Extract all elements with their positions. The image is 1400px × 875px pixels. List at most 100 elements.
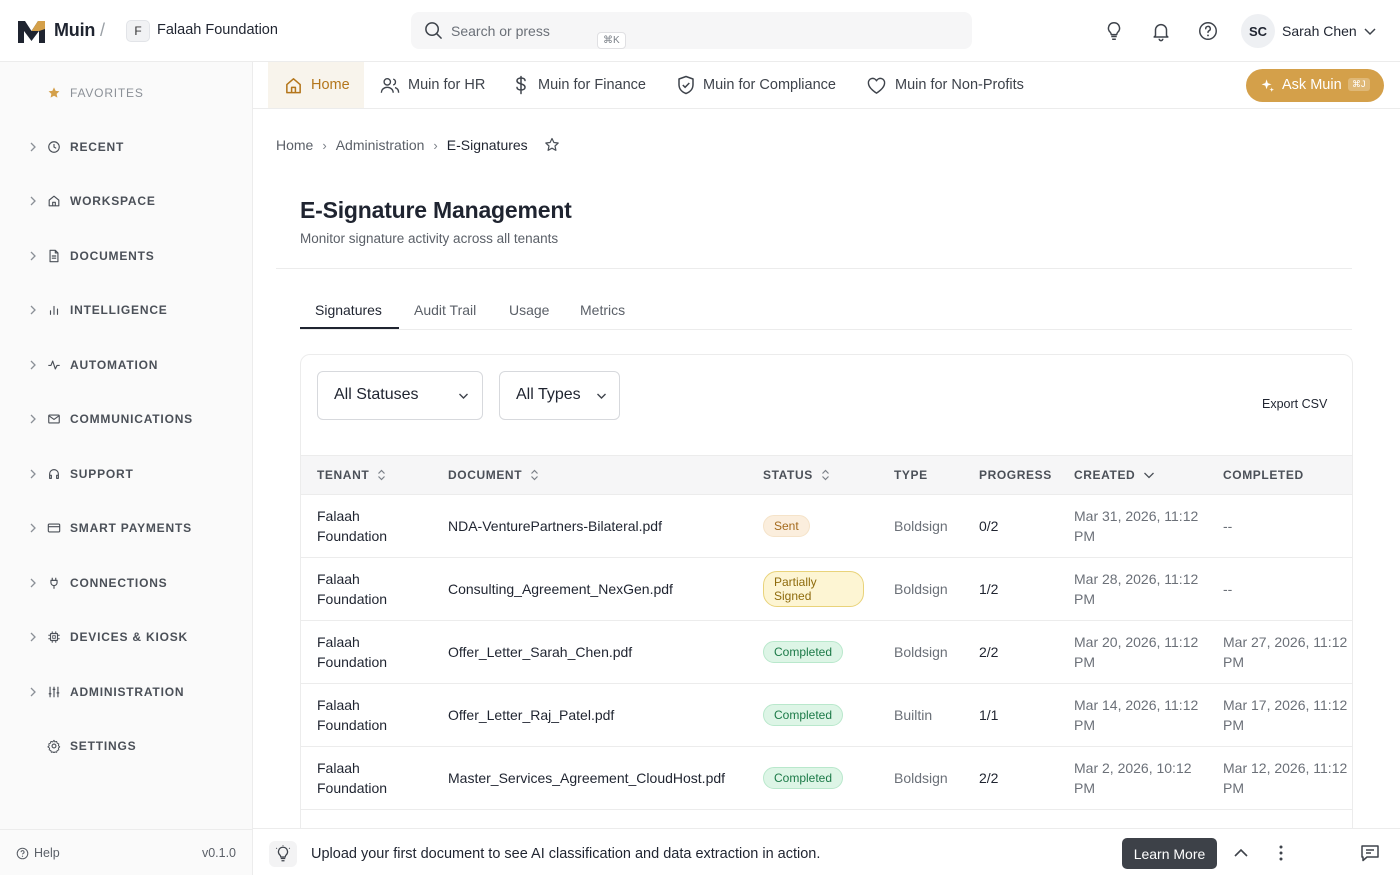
cell-created: Mar 20, 2026, 11:12 PM xyxy=(1074,634,1199,670)
tab-metrics[interactable]: Metrics xyxy=(580,302,625,318)
document-icon xyxy=(49,249,59,263)
column-label: DOCUMENT xyxy=(448,468,523,482)
sidebar-item-recent[interactable]: RECENT xyxy=(0,136,252,158)
sidebar-item-administration[interactable]: ADMINISTRATION xyxy=(0,681,252,703)
muin-logo-icon[interactable] xyxy=(16,17,47,45)
table-row[interactable]: Falaah Foundation Offer_Letter_Raj_Patel… xyxy=(301,684,1352,747)
table-row[interactable]: Falaah Foundation NDA-VenturePartners-Bi… xyxy=(301,495,1352,558)
export-csv-button[interactable]: Export CSV xyxy=(1262,397,1327,411)
chevron-right-icon xyxy=(30,414,36,424)
more-vertical-icon[interactable] xyxy=(1272,844,1290,862)
heart-icon xyxy=(867,77,886,94)
headset-icon xyxy=(49,469,59,479)
tab-audit-trail[interactable]: Audit Trail xyxy=(414,302,476,318)
column-header-created[interactable]: CREATED xyxy=(1074,468,1155,482)
help-circle-icon[interactable] xyxy=(1197,20,1219,42)
chevron-down-icon[interactable] xyxy=(1363,24,1377,38)
status-badge: Completed xyxy=(763,767,844,789)
cell-document[interactable]: Offer_Letter_Raj_Patel.pdf xyxy=(448,706,614,726)
banner-message: Upload your first document to see AI cla… xyxy=(311,846,821,862)
sidebar-item-documents[interactable]: DOCUMENTS xyxy=(0,245,252,267)
lightbulb-icon[interactable] xyxy=(1103,20,1125,42)
column-label: CREATED xyxy=(1074,468,1136,482)
tab-label: Muin for HR xyxy=(408,77,486,93)
sidebar-item-label: WORKSPACE xyxy=(70,194,156,208)
tab-home[interactable]: Home xyxy=(268,62,364,108)
column-header-document[interactable]: DOCUMENT xyxy=(448,468,539,482)
sidebar-item-intelligence[interactable]: INTELLIGENCE xyxy=(0,299,252,321)
sidebar-item-automation[interactable]: AUTOMATION xyxy=(0,354,252,376)
clock-icon xyxy=(48,141,60,153)
ask-muin-button[interactable]: Ask Muin ⌘J xyxy=(1246,69,1384,102)
cell-document[interactable]: Offer_Letter_Sarah_Chen.pdf xyxy=(448,643,632,663)
shield-check-icon xyxy=(678,75,694,95)
tab-usage[interactable]: Usage xyxy=(509,302,549,318)
cell-progress: 1/2 xyxy=(979,581,999,597)
tab-label: Muin for Non-Profits xyxy=(895,77,1024,93)
cell-completed: Mar 27, 2026, 11:12 PM xyxy=(1223,634,1348,670)
cell-completed: -- xyxy=(1223,518,1233,534)
type-filter-select[interactable]: All Types xyxy=(499,371,620,420)
column-header-tenant[interactable]: TENANT xyxy=(317,468,386,482)
cell-tenant: Falaah Foundation xyxy=(317,697,388,733)
help-link[interactable]: Help xyxy=(16,846,60,860)
column-header-completed: COMPLETED xyxy=(1223,468,1304,482)
sidebar-item-devices-kiosk[interactable]: DEVICES & KIOSK xyxy=(0,626,252,648)
sidebar-item-smart-payments[interactable]: SMART PAYMENTS xyxy=(0,517,252,539)
chat-icon[interactable] xyxy=(1360,844,1380,862)
status-filter-value: All Statuses xyxy=(334,386,419,403)
cell-document[interactable]: Master_Services_Agreement_CloudHost.pdf xyxy=(448,769,725,789)
learn-more-button[interactable]: Learn More xyxy=(1122,838,1217,869)
sidebar-item-settings[interactable]: SETTINGS xyxy=(0,735,252,757)
status-filter-select[interactable]: All Statuses xyxy=(317,371,483,420)
chevron-up-icon[interactable] xyxy=(1232,844,1250,862)
user-avatar[interactable]: SC xyxy=(1241,14,1275,48)
sidebar-item-connections[interactable]: CONNECTIONS xyxy=(0,572,252,594)
cell-type: Builtin xyxy=(894,707,933,723)
cell-document[interactable]: Consulting_Agreement_NexGen.pdf xyxy=(448,580,673,600)
tenant-switcher[interactable]: Falaah Foundation xyxy=(157,22,278,38)
tab-muin-for-non-profits[interactable]: Muin for Non-Profits xyxy=(866,62,1024,108)
cell-document[interactable]: NDA-VenturePartners-Bilateral.pdf xyxy=(448,517,662,537)
sidebar-item-support[interactable]: SUPPORT xyxy=(0,463,252,485)
tab-muin-for-compliance[interactable]: Muin for Compliance xyxy=(677,62,836,108)
table-row[interactable]: Falaah Foundation Offer_Letter_Sarah_Che… xyxy=(301,621,1352,684)
tenant-avatar[interactable]: F xyxy=(126,20,150,42)
chevron-down-icon xyxy=(597,393,606,399)
breadcrumb-home[interactable]: Home xyxy=(276,137,313,153)
table-row[interactable]: Falaah Foundation Consulting_Agreement_N… xyxy=(301,558,1352,621)
activity-icon xyxy=(48,360,60,370)
tab-muin-for-hr[interactable]: Muin for HR xyxy=(380,62,485,108)
chart-bars-icon xyxy=(49,305,59,315)
sort-icon xyxy=(531,469,539,481)
sidebar-item-label: SUPPORT xyxy=(70,467,134,481)
dollar-icon xyxy=(516,75,526,95)
sidebar-item-workspace[interactable]: WORKSPACE xyxy=(0,190,252,212)
active-tab-indicator xyxy=(300,327,399,329)
header-divider xyxy=(276,268,1352,269)
ask-muin-label: Ask Muin xyxy=(1282,77,1342,93)
breadcrumb-administration[interactable]: Administration xyxy=(336,137,425,153)
status-badge: Sent xyxy=(763,515,810,537)
cell-progress: 0/2 xyxy=(979,518,999,534)
sidebar-item-communications[interactable]: COMMUNICATIONS xyxy=(0,408,252,430)
sidebar-item-favorites[interactable]: FAVORITES xyxy=(0,82,252,104)
tab-muin-for-finance[interactable]: Muin for Finance xyxy=(512,62,646,108)
cell-created: Mar 31, 2026, 11:12 PM xyxy=(1074,508,1199,544)
chevron-right-icon xyxy=(30,469,36,479)
users-icon xyxy=(380,77,400,93)
plug-icon xyxy=(50,577,58,589)
sidebar-item-label: DEVICES & KIOSK xyxy=(70,630,189,644)
user-menu[interactable]: Sarah Chen xyxy=(1282,23,1357,39)
chevron-right-icon xyxy=(30,251,36,261)
star-outline-icon[interactable] xyxy=(544,137,560,153)
column-label: TYPE xyxy=(894,468,928,482)
bell-icon[interactable] xyxy=(1150,20,1172,42)
cell-tenant: Falaah Foundation xyxy=(317,760,388,796)
tab-signatures[interactable]: Signatures xyxy=(315,302,382,318)
column-label: TENANT xyxy=(317,468,370,482)
column-header-status[interactable]: STATUS xyxy=(763,468,830,482)
global-search[interactable]: Search or press ⌘K xyxy=(411,12,972,49)
table-row[interactable]: Falaah Foundation Master_Services_Agreem… xyxy=(301,747,1352,810)
search-input[interactable]: Search or press ⌘K xyxy=(451,23,626,49)
